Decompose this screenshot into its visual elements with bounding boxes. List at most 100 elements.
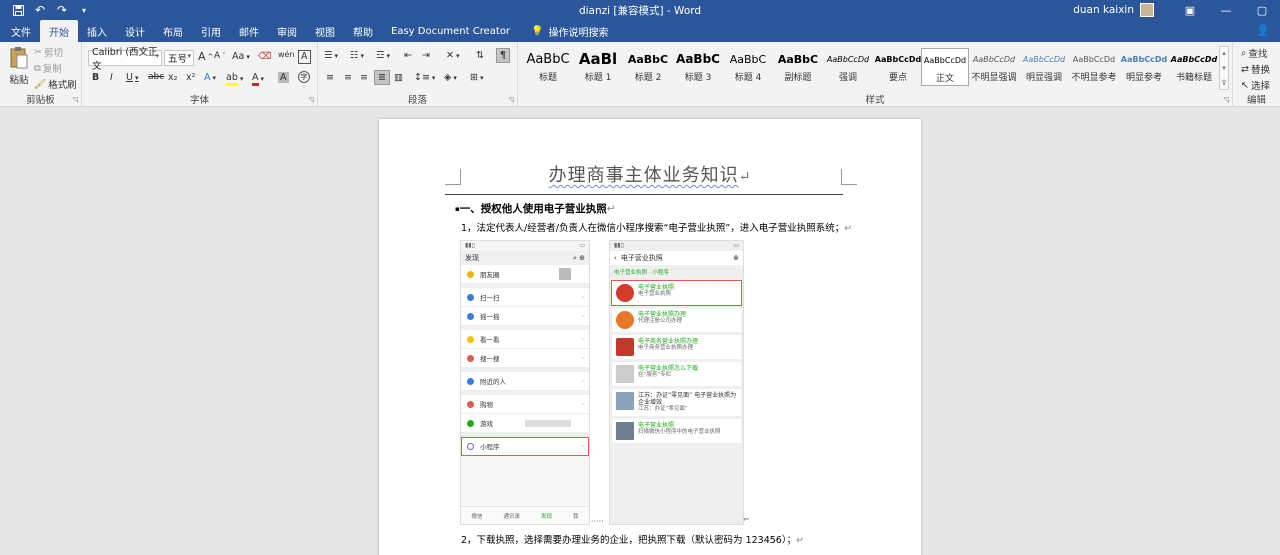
style-subtitle[interactable]: AaBbC 副标题 [774, 48, 822, 86]
tab-easy-document-creator[interactable]: Easy Document Creator [382, 20, 519, 42]
shopping-icon [467, 400, 474, 408]
font-size-combo[interactable]: 五号 ▾ [164, 50, 194, 66]
style-title[interactable]: AaBbC 标题 [524, 48, 572, 86]
paragraph-step-1[interactable]: 1，法定代表人/经营者/负责人在微信小程序搜索“电子营业执照”，进入电子营业执照… [461, 220, 852, 234]
minimize-icon[interactable]: — [1208, 0, 1244, 20]
tab-help[interactable]: 帮助 [344, 20, 382, 42]
styles-scroll[interactable]: ▴ ▾ ⊽ [1219, 46, 1229, 90]
chevron-down-icon[interactable]: ▾ [1222, 64, 1226, 72]
style-heading-2[interactable]: AaBbC 标题 2 [624, 48, 672, 86]
bullets-button[interactable]: ☰ ▾ [324, 50, 338, 61]
tab-mailings[interactable]: 邮件 [230, 20, 268, 42]
distributed-button[interactable]: ▥ [394, 72, 403, 83]
underline-button[interactable]: U ▾ [126, 72, 138, 83]
document-title[interactable]: 办理商事主体业务知识↵ [379, 161, 921, 187]
customize-qat-icon[interactable]: ▾ [74, 0, 94, 20]
show-marks-button[interactable]: ¶ [496, 48, 511, 63]
screenshot-wechat-discover[interactable]: ▮▮▯ ▭ 发现 ⌕ ⊕ 朋友圈 扫一扫 › 摇一摇 › 看一看 › 搜一搜 › 附近的人 ›… [460, 240, 590, 525]
style-intense-emphasis[interactable]: AaBbCcDd 明显强调 [1020, 48, 1068, 86]
cut-button[interactable]: ✂ 剪切 [34, 45, 63, 60]
paste-button[interactable]: 粘贴 [6, 46, 32, 86]
style-book-title[interactable]: AaBbCcDd 书籍标题 [1170, 48, 1218, 86]
superscript-button[interactable]: x² [186, 72, 195, 83]
ribbon-display-options-icon[interactable]: ▣ [1172, 0, 1208, 20]
clear-formatting-button[interactable]: ⌫ [258, 51, 271, 62]
undo-icon[interactable]: ↶ [30, 0, 50, 20]
phonetic-guide-button[interactable]: wén [278, 50, 295, 59]
shading-button[interactable]: ◈ ▾ [444, 72, 457, 83]
copy-button[interactable]: ⧉ 复制 [34, 61, 62, 76]
chevron-up-icon[interactable]: ▴ [1222, 49, 1226, 57]
align-center-button[interactable]: ≡ [344, 72, 352, 83]
multilevel-list-button[interactable]: ☲ ▾ [376, 50, 390, 61]
redo-icon[interactable]: ↷ [52, 0, 72, 20]
decrease-indent-button[interactable]: ⇤ [404, 50, 412, 61]
borders-button[interactable]: ⊞ ▾ [470, 72, 483, 83]
character-shading-button[interactable]: A [278, 72, 289, 83]
style-heading-4[interactable]: AaBbC 标题 4 [724, 48, 772, 86]
grow-font-button[interactable]: A ^ [198, 50, 213, 63]
paragraph-step-2[interactable]: 2，下载执照，选择需要办理业务的企业，把执照下载（默认密码为 123456）；↵ [461, 532, 804, 546]
shrink-font-button[interactable]: Aˇ [214, 51, 226, 61]
chinese-layout-button[interactable]: ✕ ▾ [446, 50, 459, 61]
share-user-icon[interactable]: 👤 [1256, 24, 1270, 37]
numbering-button[interactable]: ☷ ▾ [350, 50, 364, 61]
bold-button[interactable]: B [92, 72, 99, 83]
style-heading-3[interactable]: AaBbC 标题 3 [674, 48, 722, 86]
tab-layout[interactable]: 布局 [154, 20, 192, 42]
dialog-launcher-icon[interactable]: ◹ [509, 96, 514, 104]
subscript-button[interactable]: x₂ [168, 72, 177, 83]
user-name[interactable]: duan kaixin [1073, 4, 1134, 16]
justify-button[interactable]: ≣ [374, 70, 390, 85]
style-intense-reference[interactable]: AaBbCcDd 明显参考 [1120, 48, 1168, 86]
select-button[interactable]: ↖ 选择 [1241, 78, 1270, 93]
tab-file[interactable]: 文件 [2, 20, 40, 42]
section-heading[interactable]: ▪一、授权他人使用电子营业执照↵ [455, 201, 616, 216]
tab-view[interactable]: 视图 [306, 20, 344, 42]
highlight-button[interactable]: ab ▾ [226, 72, 243, 86]
more-styles-icon[interactable]: ⊽ [1221, 79, 1226, 87]
dialog-launcher-icon[interactable]: ◹ [309, 96, 314, 104]
strikethrough-button[interactable]: abc [148, 72, 164, 82]
font-name-combo[interactable]: Calibri (西文正文 ▾ [88, 47, 162, 72]
character-border-button[interactable]: A [298, 50, 311, 64]
style-subtle-emphasis[interactable]: AaBbCcDd 不明显强调 [970, 48, 1018, 86]
tab-references[interactable]: 引用 [192, 20, 230, 42]
save-icon[interactable] [8, 0, 28, 20]
align-left-button[interactable]: ≡ [326, 72, 334, 83]
tab-design[interactable]: 设计 [116, 20, 154, 42]
style-strong[interactable]: AaBbCcDd 要点 [874, 48, 922, 86]
style-subtle-reference[interactable]: AaBbCcDd 不明显参考 [1070, 48, 1118, 86]
image-resize-handle[interactable]: ⌐ [743, 515, 750, 524]
text-effects-button[interactable]: A ▾ [204, 72, 216, 83]
screenshot-mini-program-search[interactable]: ▮▮▯ ▭ ‹ 电子营业执照 ⊗ 电子营业执照 · 小程序 电子营业执照 电子营业执照 … [609, 240, 744, 525]
tell-me-search[interactable]: 💡 操作说明搜索 [519, 20, 608, 42]
tab-review[interactable]: 审阅 [268, 20, 306, 42]
style-emphasis[interactable]: AaBbCcDd 强调 [824, 48, 872, 86]
restore-icon[interactable]: ▢ [1244, 0, 1280, 20]
image-resize-handle[interactable]: ····· [591, 517, 604, 526]
tab-insert[interactable]: 插入 [78, 20, 116, 42]
dialog-launcher-icon[interactable]: ◹ [73, 96, 78, 104]
line-spacing-button[interactable]: ↕≡ ▾ [414, 72, 435, 83]
avatar[interactable] [1140, 3, 1154, 17]
style-normal[interactable]: AaBbCcDd 正文 [921, 48, 969, 86]
dialog-launcher-icon[interactable]: ◹ [1224, 96, 1229, 104]
italic-button[interactable]: I [110, 72, 113, 83]
change-case-button[interactable]: Aa ▾ [232, 51, 250, 62]
align-right-button[interactable]: ≡ [360, 72, 368, 83]
document-page[interactable]: 办理商事主体业务知识↵ ▪一、授权他人使用电子营业执照↵ 1，法定代表人/经营者… [379, 119, 921, 555]
font-color-button[interactable]: A ▾ [252, 72, 264, 86]
enclose-characters-button[interactable]: 字 [298, 71, 310, 83]
find-button[interactable]: ⌕ 查找 [1241, 46, 1267, 61]
sort-button[interactable]: ⇅ [476, 50, 484, 61]
tab-home[interactable]: 开始 [40, 20, 78, 42]
replace-button[interactable]: ⇄ 替换 [1241, 62, 1270, 77]
increase-indent-button[interactable]: ⇥ [422, 50, 430, 61]
paste-icon [10, 47, 28, 69]
format-painter-button[interactable]: 🖌 格式刷 [34, 77, 77, 92]
mini-program-icon [467, 442, 474, 450]
scissors-icon: ✂ [34, 46, 42, 58]
document-workspace[interactable]: 办理商事主体业务知识↵ ▪一、授权他人使用电子营业执照↵ 1，法定代表人/经营者… [0, 107, 1280, 555]
style-heading-1[interactable]: AaBl 标题 1 [574, 48, 622, 86]
